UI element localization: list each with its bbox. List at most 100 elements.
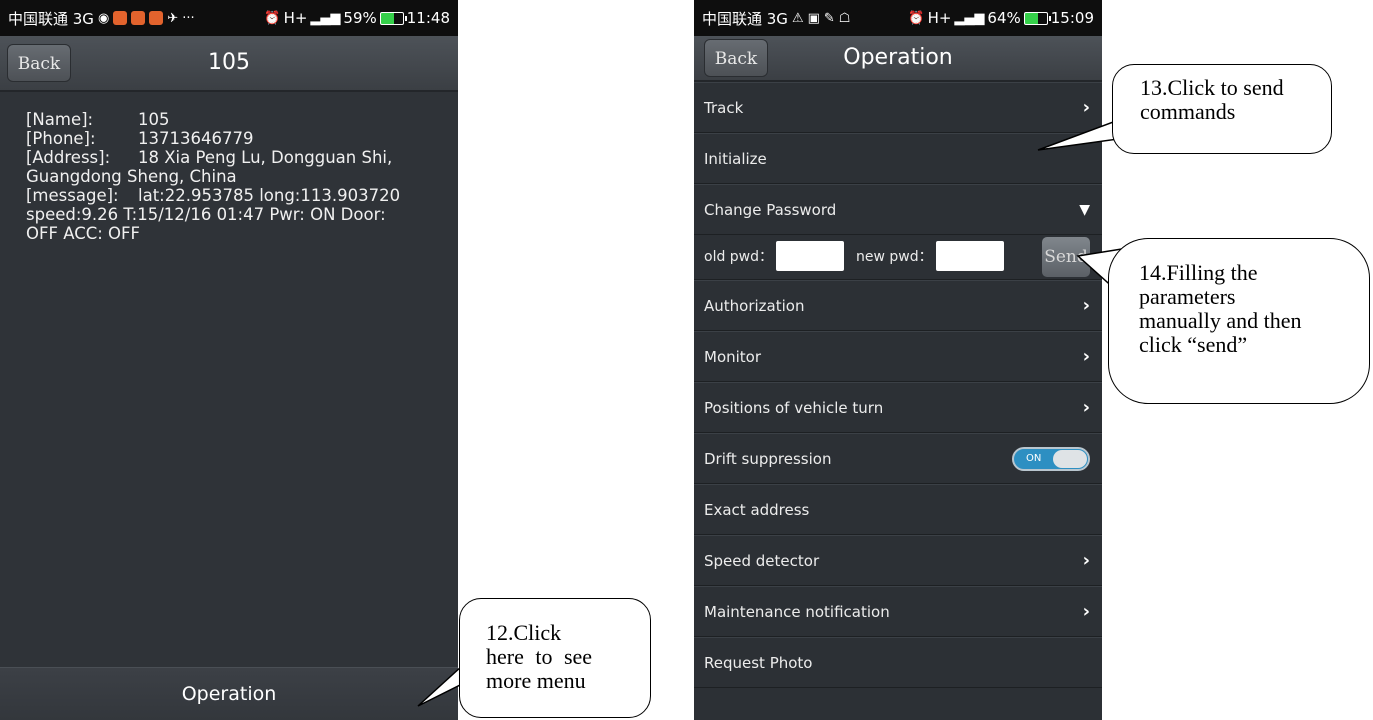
menu-item-maintenance-notification[interactable]: Maintenance notification ›: [694, 586, 1102, 637]
signal-app-icon: ✈: [167, 10, 179, 26]
old-password-input[interactable]: [776, 241, 844, 271]
android-icon: ☖: [838, 10, 851, 26]
clock: 15:09: [1050, 9, 1094, 27]
status-bar: 中国联通 3G ◉ ✈ ··· ⏰ H+ ▂▄▆ 59% 11:48: [0, 0, 458, 36]
more-icon: ···: [182, 10, 195, 26]
battery-percent: 64%: [987, 9, 1021, 27]
menu-item-label: Track: [704, 99, 744, 117]
new-password-input[interactable]: [936, 241, 1004, 271]
alarm-icon: ⏰: [264, 10, 281, 26]
chevron-right-icon: ›: [1082, 295, 1090, 316]
signal-strength-icon: ▂▄▆: [310, 10, 341, 26]
callout-13: 13.Click to send commands: [1112, 64, 1332, 154]
phone-screen-device-detail: 中国联通 3G ◉ ✈ ··· ⏰ H+ ▂▄▆ 59% 11:48 105 B…: [0, 0, 458, 720]
operation-menu: Track › Initialize Change Password ▼ old…: [694, 82, 1102, 688]
menu-item-drift-suppression: Drift suppression ON: [694, 433, 1102, 484]
callout-12: 12.Click here to see more menu: [459, 598, 651, 718]
chevron-right-icon: ›: [1082, 97, 1090, 118]
clock: 11:48: [406, 9, 450, 27]
callout-14-line: click “send”: [1139, 332, 1248, 357]
signal-strength-icon: ▂▄▆: [954, 10, 985, 26]
battery-icon: [1023, 11, 1051, 25]
app-icon: [149, 11, 164, 25]
callout-12-line: more menu: [486, 668, 586, 693]
menu-item-label: Initialize: [704, 150, 767, 168]
carrier-label: 中国联通 3G: [702, 9, 788, 28]
callout-14-line: manually and then: [1139, 308, 1302, 333]
back-button[interactable]: Back: [704, 39, 768, 77]
phone-row: [Phone]: 13713646779: [26, 129, 436, 148]
chevron-right-icon: ›: [1082, 601, 1090, 622]
menu-item-label: Request Photo: [704, 654, 813, 672]
address-continued: Guangdong Sheng, China: [26, 167, 237, 186]
menu-item-label: Positions of vehicle turn: [704, 399, 884, 417]
menu-item-change-password[interactable]: Change Password ▼: [694, 184, 1102, 235]
notification-icon: ⚠: [791, 10, 804, 26]
menu-item-exact-address[interactable]: Exact address: [694, 484, 1102, 535]
name-row: [Name]: 105: [26, 110, 436, 129]
drift-suppression-toggle[interactable]: ON: [1012, 447, 1090, 471]
back-button[interactable]: Back: [7, 44, 71, 82]
wifi-icon: ◉: [97, 10, 110, 26]
toggle-state-label: ON: [1026, 453, 1042, 464]
menu-item-request-photo[interactable]: Request Photo: [694, 637, 1102, 688]
app-icon: [131, 11, 146, 25]
new-password-label: new pwd：: [856, 249, 933, 265]
phone-screen-operation: 中国联通 3G ⚠ ▣ ✎ ☖ ⏰ H+ ▂▄▆ 64% 15:09 Opera…: [694, 0, 1102, 720]
status-bar: 中国联通 3G ⚠ ▣ ✎ ☖ ⏰ H+ ▂▄▆ 64% 15:09: [694, 0, 1102, 36]
menu-item-label: Monitor: [704, 348, 762, 366]
callout-13-line: commands: [1140, 99, 1236, 124]
menu-item-initialize[interactable]: Initialize: [694, 133, 1102, 184]
callout-12-line: here to see: [486, 644, 593, 669]
menu-item-authorization[interactable]: Authorization ›: [694, 280, 1102, 331]
menu-item-label: Change Password: [704, 201, 837, 219]
chevron-right-icon: ›: [1082, 346, 1090, 367]
address-value: 18 Xia Peng Lu, Dongguan Shi,: [138, 148, 393, 167]
chevron-right-icon: ›: [1082, 550, 1090, 571]
callout-14-line: 14.Filling the: [1139, 260, 1258, 285]
password-form: old pwd： new pwd： Send: [694, 235, 1102, 280]
message-row: [message]: lat:22.953785 long:113.903720: [26, 186, 436, 205]
address-label: [Address]:: [26, 148, 111, 167]
menu-item-label: Drift suppression: [704, 450, 832, 468]
title-bar: Operation Back: [694, 36, 1102, 82]
battery-icon: [379, 11, 407, 25]
message-label: [message]:: [26, 186, 119, 205]
network-type: H+: [283, 9, 308, 27]
phone-label: [Phone]:: [26, 129, 96, 148]
old-password-label: old pwd：: [704, 249, 774, 265]
chevron-down-icon: ▼: [1079, 202, 1090, 218]
menu-item-monitor[interactable]: Monitor ›: [694, 331, 1102, 382]
message-continued: speed:9.26 T:15/12/16 01:47 Pwr: ON Door…: [26, 205, 386, 224]
menu-item-label: Exact address: [704, 501, 810, 519]
app-icon: [113, 11, 128, 25]
callout-14: 14.Filling the parameters manually and t…: [1108, 238, 1370, 404]
device-info-panel: [Name]: 105 [Phone]: 13713646779 [Address]…: [26, 110, 436, 243]
menu-item-label: Authorization: [704, 297, 805, 315]
phone-value: 13713646779: [138, 129, 254, 148]
name-value: 105: [138, 110, 170, 129]
message-continued: OFF ACC: OFF: [26, 224, 141, 243]
callout-14-line: parameters: [1139, 284, 1236, 309]
app-icon: ✎: [823, 10, 835, 26]
title-bar: 105 Back: [0, 36, 458, 92]
menu-item-label: Maintenance notification: [704, 603, 890, 621]
alarm-icon: ⏰: [908, 10, 925, 26]
chevron-right-icon: ›: [1082, 397, 1090, 418]
operation-button[interactable]: Operation: [0, 667, 458, 720]
toggle-knob: [1053, 450, 1087, 468]
battery-percent: 59%: [343, 9, 377, 27]
callout-12-line: 12.Click: [486, 620, 562, 645]
menu-item-speed-detector[interactable]: Speed detector ›: [694, 535, 1102, 586]
address-row: [Address]: 18 Xia Peng Lu, Dongguan Shi,: [26, 148, 436, 167]
menu-item-positions-of-vehicle-turn[interactable]: Positions of vehicle turn ›: [694, 382, 1102, 433]
image-icon: ▣: [807, 10, 820, 26]
menu-item-label: Speed detector: [704, 552, 820, 570]
carrier-label: 中国联通 3G: [8, 9, 94, 28]
message-value: lat:22.953785 long:113.903720: [138, 186, 401, 205]
send-button[interactable]: Send: [1042, 237, 1090, 277]
menu-item-track[interactable]: Track ›: [694, 82, 1102, 133]
name-label: [Name]:: [26, 110, 94, 129]
network-type: H+: [927, 9, 952, 27]
callout-13-line: 13.Click to send: [1140, 75, 1284, 100]
